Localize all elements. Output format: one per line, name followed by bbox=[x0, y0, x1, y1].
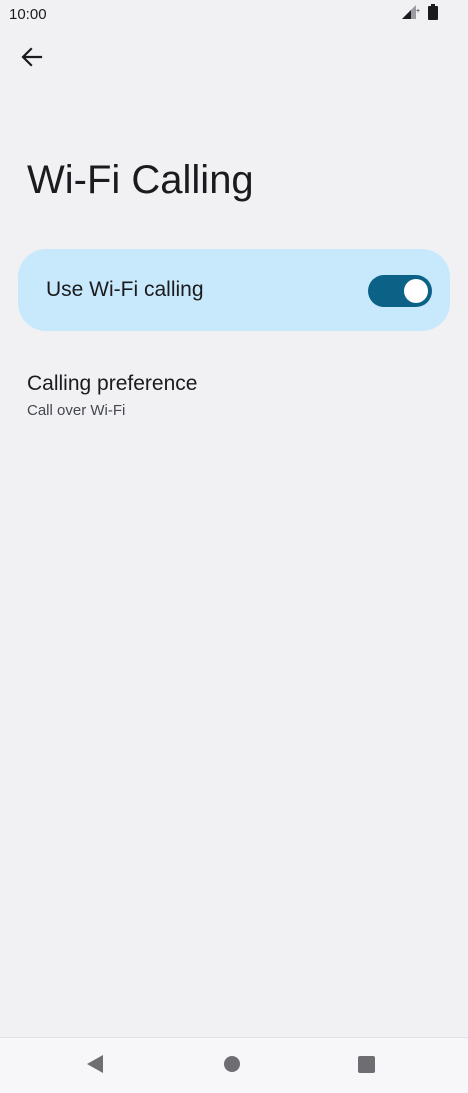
svg-text:+: + bbox=[416, 8, 420, 15]
toggle-knob bbox=[404, 279, 428, 303]
calling-preference-title: Calling preference bbox=[27, 372, 198, 395]
wifi-calling-toggle[interactable] bbox=[368, 275, 432, 307]
use-wifi-calling-row[interactable]: Use Wi-Fi calling bbox=[18, 249, 450, 331]
back-button[interactable] bbox=[16, 43, 48, 75]
calling-preference-value: Call over Wi-Fi bbox=[27, 402, 126, 419]
page-title: Wi-Fi Calling bbox=[27, 158, 254, 202]
signal-icon: + bbox=[402, 4, 420, 24]
status-time: 10:00 bbox=[9, 6, 47, 23]
nav-home-icon[interactable] bbox=[224, 1056, 240, 1072]
status-icons: + bbox=[402, 3, 438, 25]
nav-back-icon[interactable] bbox=[86, 1054, 104, 1079]
navigation-bar bbox=[0, 1037, 468, 1093]
use-wifi-calling-label: Use Wi-Fi calling bbox=[46, 278, 204, 301]
battery-icon bbox=[428, 3, 438, 25]
status-bar: 10:00 + bbox=[0, 0, 468, 28]
arrow-back-icon bbox=[21, 46, 43, 73]
calling-preference-item[interactable]: Calling preference Call over Wi-Fi bbox=[27, 369, 447, 425]
nav-recents-icon[interactable] bbox=[358, 1056, 375, 1073]
